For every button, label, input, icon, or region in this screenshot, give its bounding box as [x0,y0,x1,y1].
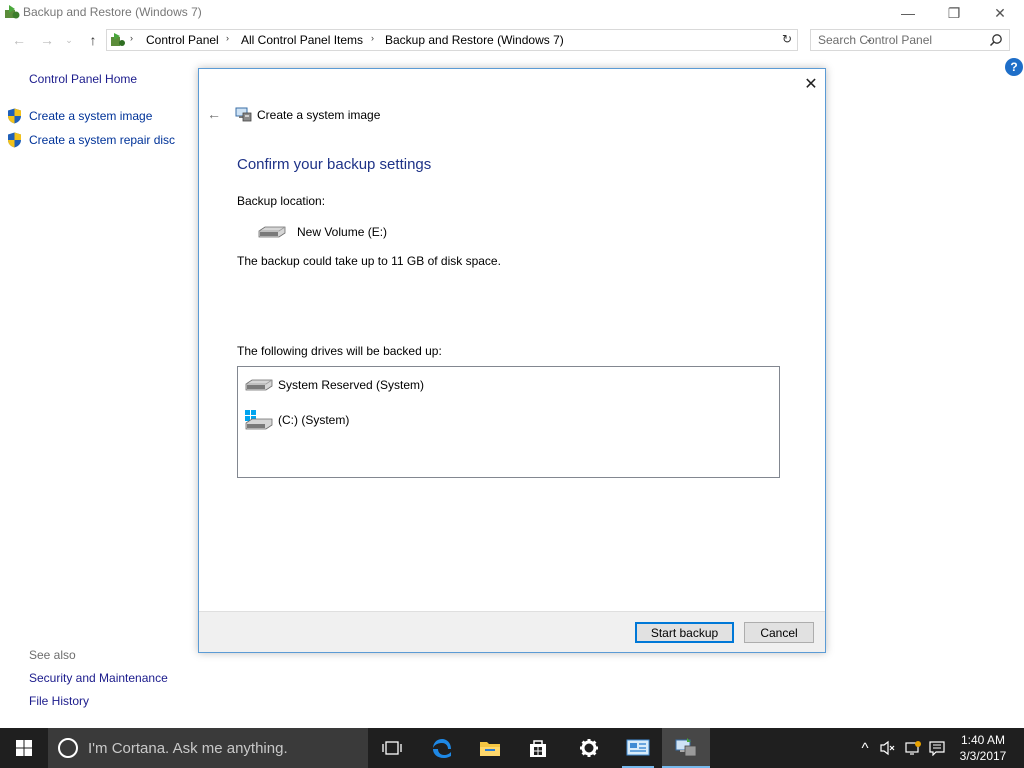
forward-button[interactable]: → [37,30,57,50]
windows-logo-icon [16,740,32,756]
system-image-icon [675,738,697,757]
backup-location-row: New Volume (E:) [257,225,387,239]
create-repair-disc-label[interactable]: Create a system repair disc [29,133,175,147]
create-system-image-label[interactable]: Create a system image [29,109,152,123]
network-icon[interactable] [904,740,922,756]
create-system-image-dialog: ✕ ← Create a system image Confirm your b… [198,68,826,653]
system-clock[interactable]: 1:40 AM 3/3/2017 [955,732,1011,764]
hard-drive-icon [258,226,286,238]
action-center-icon[interactable] [928,740,946,756]
wizard-title: Create a system image [257,108,381,122]
minimize-button[interactable]: — [885,0,931,26]
uac-shield-icon [8,108,21,124]
dialog-heading: Confirm your backup settings [237,156,432,173]
system-image-icon [235,107,252,122]
dialog-back-button[interactable]: ← [205,105,223,123]
folder-icon [480,742,500,756]
taskbar: I'm Cortana. Ask me anything. ^ 1:40 AM … [0,728,1024,768]
search-box[interactable] [810,29,1010,51]
cancel-button[interactable]: Cancel [744,622,814,643]
hard-drive-icon [245,379,273,391]
settings-taskbar-button[interactable] [565,728,613,768]
backup-location-label: Backup location: [237,194,326,208]
list-item[interactable]: (C:) (System) [244,409,349,431]
file-history-link[interactable]: File History [29,694,89,708]
clock-date: 3/3/2017 [959,749,1007,763]
help-icon[interactable]: ? [1005,58,1023,76]
security-maintenance-link[interactable]: Security and Maintenance [29,671,168,685]
create-system-image-link[interactable]: Create a system image [7,108,152,124]
dialog-close-button[interactable]: ✕ [800,73,822,95]
task-view-button[interactable] [368,728,416,768]
window-title: Backup and Restore (Windows 7) [23,5,202,19]
recent-locations-button[interactable]: ⌄ [62,30,76,50]
breadcrumb-separator[interactable]: › [130,33,133,43]
control-panel-icon [111,33,125,46]
address-bar[interactable]: › Control Panel › All Control Panel Item… [106,29,873,51]
drive-name: System Reserved (System) [278,378,425,392]
control-panel-taskbar-button[interactable] [614,728,662,768]
navigation-bar: ← → ⌄ ↑ › Control Panel › All Control Pa… [0,28,1024,52]
backup-location-value: New Volume (E:) [297,225,388,239]
create-repair-disc-link[interactable]: Create a system repair disc [7,132,175,148]
search-icon[interactable] [989,33,1003,47]
gear-icon [580,739,598,757]
see-also-heading: See also [29,648,76,662]
breadcrumb-backup-restore[interactable]: Backup and Restore (Windows 7) [385,33,564,47]
breadcrumb-control-panel[interactable]: Control Panel [146,33,219,47]
list-item[interactable]: System Reserved (System) [244,378,424,392]
task-view-icon [382,741,402,755]
cortana-search-box[interactable]: I'm Cortana. Ask me anything. [48,728,368,768]
search-input[interactable] [818,33,988,47]
drives-list-label: The following drives will be backed up: [237,344,442,358]
breadcrumb-separator[interactable]: › [371,33,374,43]
maximize-button[interactable]: ❐ [931,0,977,26]
store-icon [530,740,546,757]
title-bar: Backup and Restore (Windows 7) — ❐ ✕ [0,0,1024,26]
start-button[interactable] [0,728,48,768]
cortana-icon [58,738,78,758]
file-explorer-taskbar-button[interactable] [466,728,514,768]
drive-name: (C:) (System) [278,413,350,427]
volume-muted-icon[interactable] [879,740,897,756]
uac-shield-icon [8,132,21,148]
left-pane: Control Panel Home Create a system image… [0,56,198,726]
close-button[interactable]: ✕ [977,0,1023,26]
clock-time: 1:40 AM [960,733,1006,747]
backup-restore-icon [5,5,20,19]
control-panel-icon [626,739,650,756]
breadcrumb-separator[interactable]: › [226,33,229,43]
refresh-icon[interactable]: ↻ [780,32,794,46]
cortana-prompt: I'm Cortana. Ask me anything. [88,740,288,757]
system-image-taskbar-button[interactable] [662,728,710,768]
start-backup-button[interactable]: Start backup [635,622,734,643]
windows-drive-icon [245,410,273,430]
edge-icon [433,739,451,758]
tray-overflow-icon[interactable]: ^ [856,740,874,757]
control-panel-home-link[interactable]: Control Panel Home [29,72,137,86]
up-button[interactable]: ↑ [83,30,103,50]
breadcrumb-all-items[interactable]: All Control Panel Items [241,33,363,47]
edge-taskbar-button[interactable] [418,728,466,768]
dialog-footer: Start backup Cancel [199,611,825,652]
drives-list[interactable]: System Reserved (System) (C:) (System) [237,366,780,478]
disk-space-note: The backup could take up to 11 GB of dis… [237,254,501,268]
store-taskbar-button[interactable] [514,728,562,768]
back-button[interactable]: ← [9,30,29,50]
